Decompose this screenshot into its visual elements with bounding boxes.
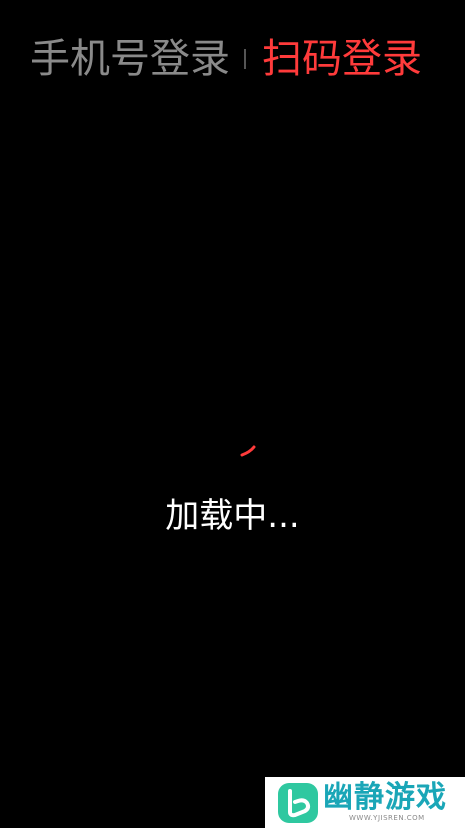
tab-qr-login[interactable]: 扫码登录 — [262, 30, 422, 88]
tab-divider — [244, 49, 246, 69]
tab-phone-login[interactable]: 手机号登录 — [30, 30, 230, 88]
loading-text: 加载中... — [165, 496, 300, 536]
login-screen: 手机号登录 扫码登录 加载中... 幽静游戏 WWW.YJISREN.COM — [0, 0, 465, 828]
login-tabs: 手机号登录 扫码登录 — [0, 30, 465, 88]
watermark-name: 幽静游戏 — [323, 780, 447, 815]
watermark-url: WWW.YJISREN.COM — [349, 814, 425, 822]
watermark: 幽静游戏 WWW.YJISREN.COM — [265, 777, 465, 828]
watermark-logo-icon — [277, 782, 319, 824]
loading-spinner-icon — [232, 433, 262, 463]
